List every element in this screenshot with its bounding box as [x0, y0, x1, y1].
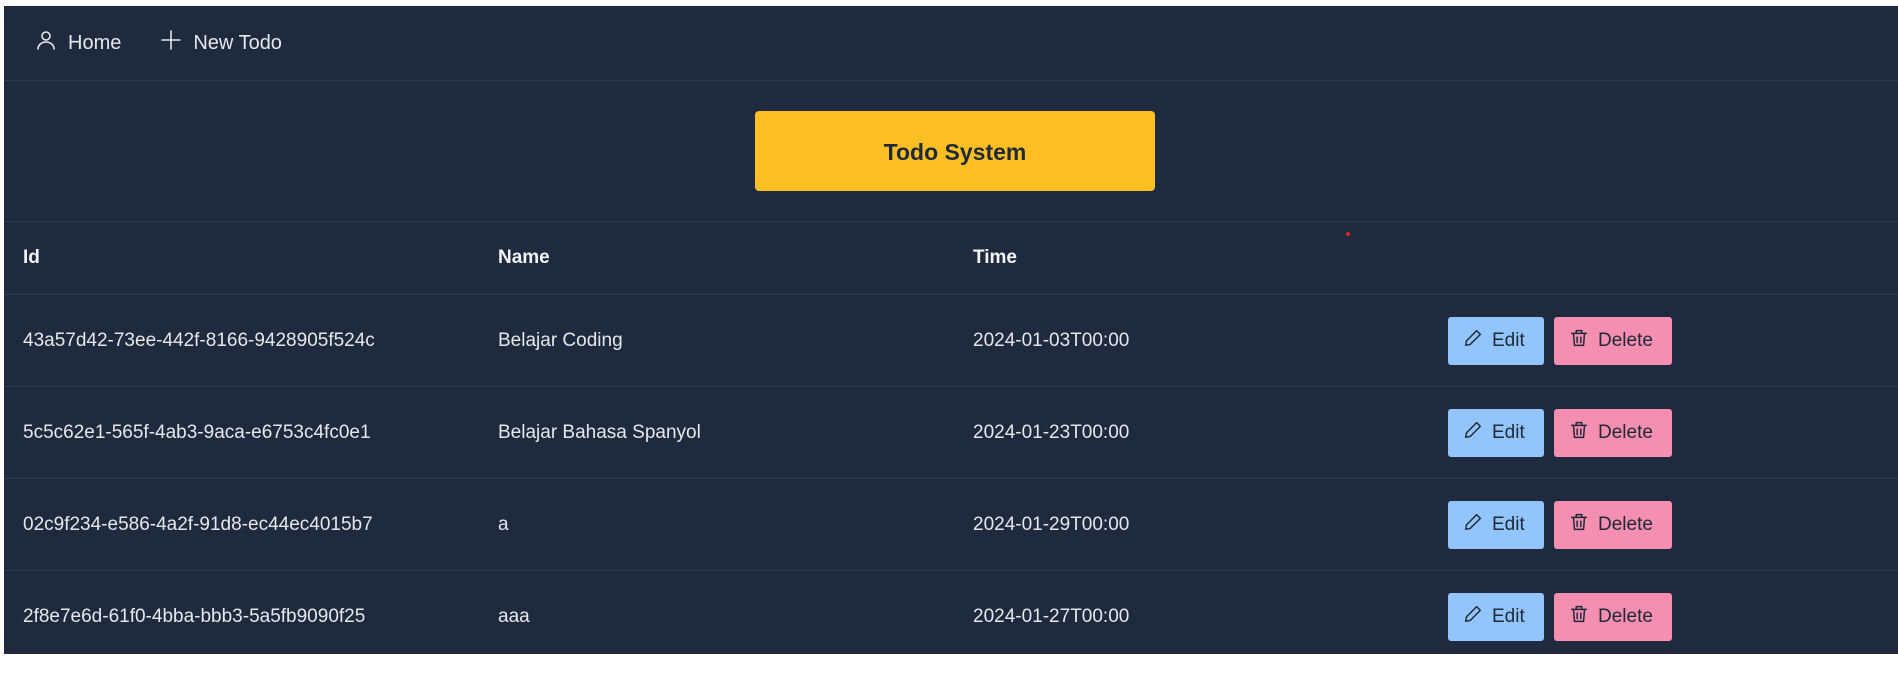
pencil-icon: [1462, 327, 1484, 355]
cell-id: 02c9f234-e586-4a2f-91d8-ec44ec4015b7: [4, 478, 479, 571]
edit-button[interactable]: Edit: [1448, 593, 1544, 641]
trash-icon: [1568, 511, 1590, 539]
nav-new-todo-label: New Todo: [193, 31, 282, 54]
delete-label: Delete: [1598, 606, 1653, 627]
trash-icon: [1568, 603, 1590, 631]
header-actions: [1429, 222, 1898, 295]
cell-name: Belajar Coding: [479, 294, 954, 387]
cell-actions: Edit Delete: [1429, 294, 1898, 387]
pencil-icon: [1462, 511, 1484, 539]
table-header-row: Id Name Time: [4, 222, 1898, 295]
delete-label: Delete: [1598, 329, 1653, 351]
table-row: 2f8e7e6d-61f0-4bba-bbb3-5a5fb9090f25 aaa…: [4, 571, 1898, 664]
cell-time: 2024-01-29T00:00: [954, 478, 1429, 571]
delete-button[interactable]: Delete: [1554, 500, 1672, 549]
user-icon: [34, 28, 58, 58]
edit-label: Edit: [1492, 329, 1525, 351]
trash-icon: [1568, 419, 1590, 447]
cell-time: 2024-01-27T00:00: [973, 606, 1130, 627]
cursor-dot: [1346, 232, 1350, 236]
cell-id: 5c5c62e1-565f-4ab3-9aca-e6753c4fc0e1: [4, 386, 479, 479]
pencil-icon: [1462, 603, 1484, 631]
delete-label: Delete: [1598, 421, 1653, 443]
table-row: 43a57d42-73ee-442f-8166-9428905f524c Bel…: [4, 294, 1898, 387]
nav-home-label: Home: [68, 31, 122, 54]
cell-time: 2024-01-03T00:00: [954, 294, 1429, 387]
nav-home[interactable]: Home: [34, 28, 121, 58]
todo-system-button[interactable]: Todo System: [755, 111, 1155, 191]
delete-label: Delete: [1598, 513, 1653, 535]
table-row: 02c9f234-e586-4a2f-91d8-ec44ec4015b7 a 2…: [4, 478, 1898, 571]
cell-actions: Edit Delete: [1429, 571, 1898, 664]
edit-label: Edit: [1492, 421, 1525, 443]
cell-name: a: [479, 478, 954, 571]
title-section: Todo System: [4, 81, 1898, 222]
cell-id: 43a57d42-73ee-442f-8166-9428905f524c: [4, 294, 479, 387]
edit-label: Edit: [1492, 606, 1525, 627]
cell-time: 2024-01-23T00:00: [954, 386, 1429, 479]
cell-actions: Edit Delete: [1429, 478, 1898, 571]
delete-button[interactable]: Delete: [1554, 593, 1672, 641]
header-name: Name: [479, 222, 954, 295]
table-row: 5c5c62e1-565f-4ab3-9aca-e6753c4fc0e1 Bel…: [4, 386, 1898, 479]
todo-table: Id Name Time 43a57d42-73ee-442f-8166-942…: [4, 222, 1898, 663]
edit-button[interactable]: Edit: [1448, 316, 1544, 365]
cell-id: 2f8e7e6d-61f0-4bba-bbb3-5a5fb9090f25: [23, 606, 366, 627]
nav-new-todo[interactable]: New Todo: [159, 28, 282, 58]
header-time: Time: [954, 222, 1429, 295]
edit-button[interactable]: Edit: [1448, 500, 1544, 549]
delete-button[interactable]: Delete: [1554, 408, 1672, 457]
plus-icon: [159, 28, 183, 58]
cell-actions: Edit Delete: [1429, 386, 1898, 479]
edit-button[interactable]: Edit: [1448, 408, 1544, 457]
edit-label: Edit: [1492, 513, 1525, 535]
cell-name: Belajar Bahasa Spanyol: [479, 386, 954, 479]
app-container: Home New Todo Todo System Id Name Time 4…: [4, 6, 1898, 654]
header-id: Id: [4, 222, 479, 295]
trash-icon: [1568, 327, 1590, 355]
cell-name: aaa: [498, 606, 530, 627]
top-navbar: Home New Todo: [4, 6, 1898, 81]
delete-button[interactable]: Delete: [1554, 316, 1672, 365]
pencil-icon: [1462, 419, 1484, 447]
